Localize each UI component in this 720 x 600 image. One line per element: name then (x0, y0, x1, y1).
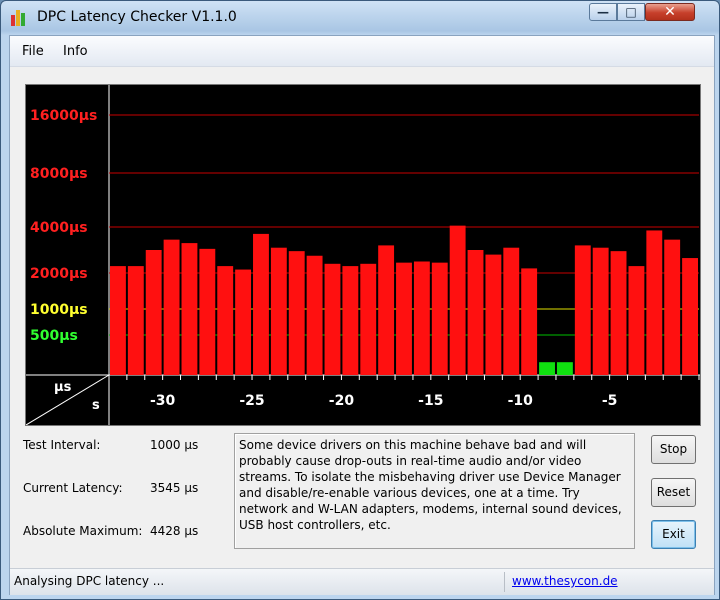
title-bar[interactable]: DPC Latency Checker V1.1.0 — □ ✕ (1, 1, 719, 35)
diagnosis-message: Some device drivers on this machine beha… (234, 433, 635, 549)
latency-bar (306, 255, 323, 375)
absolute-max-value: 4428 µs (150, 524, 199, 538)
latency-bar (431, 262, 448, 375)
latency-chart-svg: 16000µs 8000µs 4000µs 2000µs 1000µs 500µs -30 -… (26, 85, 700, 425)
app-window: DPC Latency Checker V1.1.0 — □ ✕ File In… (0, 0, 720, 600)
latency-bar (628, 266, 645, 375)
latency-bar (342, 266, 359, 375)
y-tick-label: 500µs (30, 328, 78, 344)
y-tick-label: 8000µs (30, 166, 88, 182)
latency-bar (288, 251, 305, 375)
x-tick-label: -30 (150, 393, 176, 409)
x-tick-label: -5 (602, 393, 618, 409)
latency-graph: 16000µs 8000µs 4000µs 2000µs 1000µs 500µs -30 -… (25, 84, 701, 426)
exit-button[interactable]: Exit (651, 520, 696, 549)
latency-bar (592, 247, 609, 375)
latency-bar (127, 266, 144, 375)
latency-bar (324, 263, 341, 375)
x-tick-label: -10 (508, 393, 534, 409)
y-tick-label: 16000µs (30, 108, 97, 124)
latency-bar (360, 263, 377, 375)
maximize-button[interactable]: □ (617, 3, 645, 21)
minimize-button[interactable]: — (589, 3, 617, 21)
y-unit-label: µs (54, 380, 72, 395)
x-unit-label: s (92, 398, 100, 413)
latency-bar (646, 230, 663, 375)
latency-bar (574, 245, 591, 375)
y-tick-label: 1000µs (30, 302, 88, 318)
status-text: Analysing DPC latency ... (14, 574, 165, 588)
latency-bar (449, 225, 466, 375)
website-link[interactable]: www.thesycon.de (512, 574, 618, 588)
y-tick-label: 2000µs (30, 266, 88, 282)
menu-info[interactable]: Info (63, 44, 88, 59)
latency-bar (664, 239, 681, 375)
menu-bar: File Info (10, 36, 714, 67)
current-latency-value: 3545 µs (150, 481, 199, 495)
test-interval-label: Test Interval: (23, 438, 101, 452)
latency-bar (378, 245, 395, 375)
x-tick-label: -25 (239, 393, 264, 409)
status-bar: Analysing DPC latency ... www.thesycon.d… (10, 568, 714, 595)
latency-bar (682, 258, 698, 375)
stop-button[interactable]: Stop (651, 435, 696, 464)
current-latency-label: Current Latency: (23, 481, 123, 495)
client-area: File Info 16000µs 8000µs 4000µs 2000µs 1000µ… (9, 35, 715, 595)
latency-bar (199, 248, 216, 375)
latency-bar (396, 262, 412, 375)
latency-bar (521, 268, 538, 375)
y-tick-label: 4000µs (30, 220, 88, 236)
reset-button[interactable]: Reset (651, 478, 696, 507)
close-icon: ✕ (664, 4, 676, 20)
x-tick-label: -20 (329, 393, 355, 409)
close-button[interactable]: ✕ (645, 3, 695, 21)
app-bars-icon (11, 10, 29, 26)
latency-bar (110, 266, 126, 375)
latency-bar (181, 243, 198, 375)
latency-bar (610, 251, 627, 375)
minimize-icon: — (597, 5, 609, 19)
window-title: DPC Latency Checker V1.1.0 (37, 9, 237, 25)
latency-bar (413, 261, 430, 375)
latency-bar (270, 247, 287, 375)
test-interval-value: 1000 µs (150, 438, 199, 452)
menu-file[interactable]: File (22, 44, 44, 59)
latency-bar (235, 269, 252, 375)
latency-bar (503, 247, 520, 375)
latency-bar (253, 233, 269, 375)
maximize-icon: □ (625, 5, 637, 19)
latency-bar (485, 254, 502, 375)
x-tick-label: -15 (418, 393, 443, 409)
latency-bar (217, 266, 234, 375)
latency-bar (145, 250, 162, 375)
status-divider (504, 572, 505, 592)
latency-bar (467, 250, 484, 375)
absolute-max-label: Absolute Maximum: (23, 524, 143, 538)
latency-bar (163, 239, 180, 375)
latency-bar (556, 362, 573, 375)
latency-bar (539, 362, 555, 375)
